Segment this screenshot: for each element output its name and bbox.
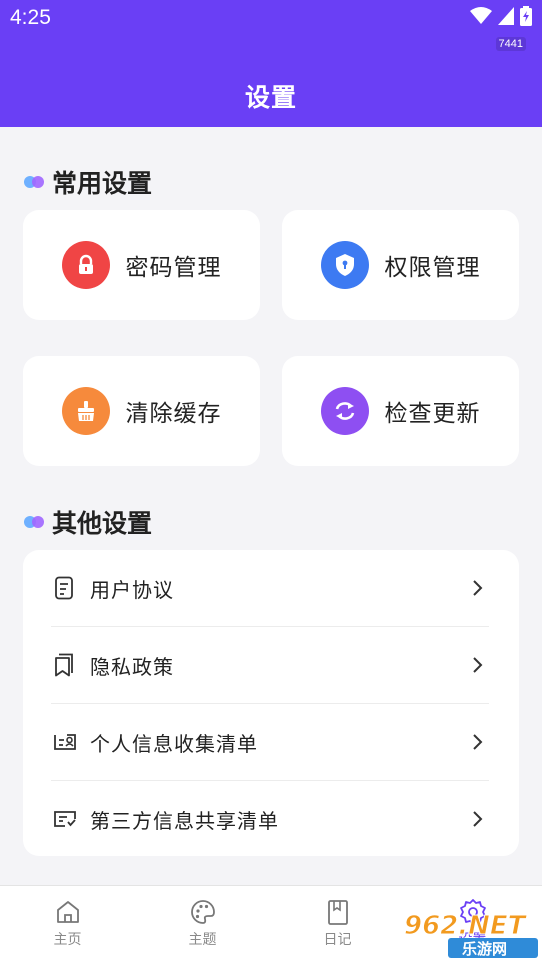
permission-management-card[interactable]: 权限管理 <box>282 210 519 320</box>
list-item-label: 用户协议 <box>90 577 174 602</box>
list-item-personal-info-list[interactable]: 个人信息收集清单 <box>23 704 519 780</box>
list-item-user-agreement[interactable]: 用户协议 <box>23 550 519 626</box>
section-dots-icon <box>24 176 46 188</box>
lock-icon <box>61 241 110 289</box>
top-app-bar: 4:25 7441 设置 <box>0 0 542 127</box>
home-icon <box>56 901 79 923</box>
watermark-text: 962.NET <box>404 911 528 941</box>
shield-icon <box>320 241 369 289</box>
tab-label: 主题 <box>188 932 217 948</box>
status-time: 4:25 <box>10 6 51 29</box>
clear-cache-card[interactable]: 清除缓存 <box>23 356 260 466</box>
signal-icon <box>498 7 514 25</box>
document-icon <box>55 576 73 600</box>
section-title-common: 常用设置 <box>24 164 152 200</box>
broom-icon <box>61 387 110 435</box>
chevron-right-icon <box>473 580 483 596</box>
bookmark-doc-icon <box>55 653 73 677</box>
tab-label: 主页 <box>53 932 82 948</box>
section-title-common-label: 常用设置 <box>52 169 153 198</box>
wifi-icon <box>470 7 492 24</box>
password-management-label: 密码管理 <box>125 255 222 281</box>
clear-cache-label: 清除缓存 <box>125 401 222 427</box>
chevron-right-icon <box>473 734 483 750</box>
watermark-logo: 962.NET 乐游网 <box>404 911 538 958</box>
chevron-right-icon <box>473 811 483 827</box>
chevron-right-icon <box>473 657 483 673</box>
check-update-label: 检查更新 <box>384 401 481 427</box>
list-item-label: 第三方信息共享清单 <box>90 808 279 833</box>
palette-icon <box>190 900 215 924</box>
list-item-label: 个人信息收集清单 <box>90 731 258 756</box>
status-icons <box>470 6 532 26</box>
page-title: 设置 <box>244 83 297 112</box>
battery-icon <box>520 6 532 26</box>
tab-label: 日记 <box>323 932 352 948</box>
status-badge: 7441 <box>495 37 526 51</box>
share-card-icon <box>54 811 76 827</box>
list-item-label: 隐私政策 <box>90 654 174 679</box>
tab-theme[interactable]: 主题 <box>135 886 270 963</box>
list-item-privacy-policy[interactable]: 隐私政策 <box>23 627 519 703</box>
permission-management-label: 权限管理 <box>384 255 481 281</box>
tab-diary[interactable]: 日记 <box>270 886 405 963</box>
tab-home[interactable]: 主页 <box>0 886 135 963</box>
password-management-card[interactable]: 密码管理 <box>23 210 260 320</box>
section-title-other-label: 其他设置 <box>52 509 153 538</box>
section-title-other: 其他设置 <box>24 504 152 540</box>
id-card-icon <box>54 734 76 750</box>
check-update-card[interactable]: 检查更新 <box>282 356 519 466</box>
other-settings-list: 用户协议 隐私政策 个人信息收集清单 第三方信息共享清单 <box>23 550 519 856</box>
list-item-third-party-sharing[interactable]: 第三方信息共享清单 <box>23 781 519 857</box>
diary-icon <box>327 900 348 925</box>
watermark-subtext: 乐游网 <box>462 940 507 958</box>
refresh-icon <box>320 387 369 435</box>
section-dots-icon <box>24 516 46 528</box>
